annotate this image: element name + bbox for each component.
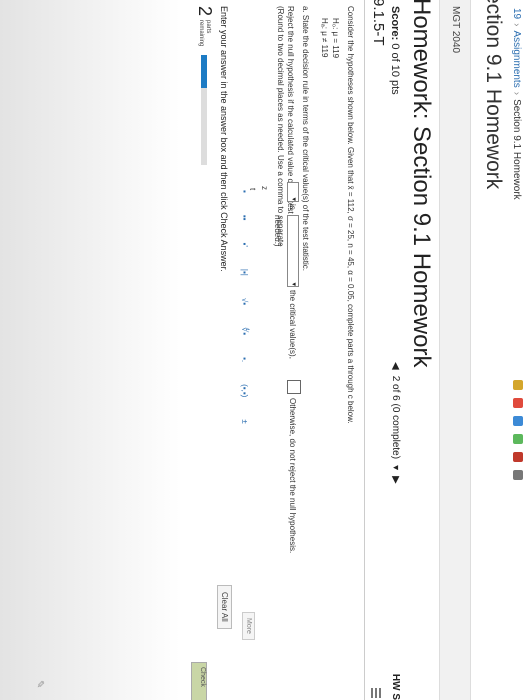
test-statistic-select[interactable]: ▾ [287, 182, 299, 202]
app-icon[interactable] [513, 434, 523, 444]
parts-label-2: remaining [198, 20, 205, 47]
divider [364, 0, 365, 700]
homework-title: Homework: Section 9.1 Homework [408, 0, 435, 368]
alt-hypothesis: Hₐ: μ ≠ 119 [320, 18, 329, 58]
grid-icon[interactable] [371, 688, 381, 698]
progress-bar [201, 55, 207, 165]
next-question-button[interactable]: ▶ [390, 476, 401, 484]
prev-question-button[interactable]: ◀ [390, 362, 401, 370]
mixed-number-button[interactable]: ▪▪ [241, 215, 250, 221]
app-icon[interactable] [513, 398, 523, 408]
breadcrumb-current: Section 9.1 Homework [511, 99, 522, 200]
section-title: ection 9.1 Homework [482, 0, 505, 190]
null-hypothesis: H₀: μ = 119 [331, 18, 340, 59]
app-icon[interactable] [513, 416, 523, 426]
score-label: Score: [389, 6, 401, 41]
course-bar: MGT 2040 [439, 0, 471, 700]
part-a-prompt: a. State the decision rule in terms of t… [301, 6, 310, 272]
parts-count: 2 [195, 6, 215, 17]
question-intro: Consider the hypotheses shown below. Giv… [346, 6, 355, 424]
fraction-button[interactable]: ▪ [241, 190, 250, 193]
plus-minus-button[interactable]: ± [241, 419, 250, 423]
enter-instruction: Enter your answer in the answer box and … [219, 6, 229, 272]
screen: 19 › Assignments › Section 9.1 Homework ecti… [0, 0, 525, 700]
breadcrumb-separator: › [511, 91, 522, 96]
pencil-icon: ✎ [34, 680, 45, 689]
app-icon[interactable] [513, 470, 523, 480]
screen-glare [0, 0, 180, 700]
decimal-button[interactable]: ▪. [241, 357, 250, 362]
critical-value-input[interactable] [287, 380, 301, 394]
parts-label-1: parts [205, 20, 212, 34]
ordered-pair-button[interactable]: (▪,▪) [241, 384, 250, 397]
question-list-dropdown[interactable]: ▾ [390, 465, 401, 470]
nth-root-button[interactable]: ∜▪ [241, 327, 250, 335]
app-icon[interactable] [513, 380, 523, 390]
question-id: 9.1.5-T [370, 0, 387, 46]
question-navigator: ◀ 2 of 6 (0 complete) ▾ ▶ [390, 362, 401, 484]
breadcrumb-link-course[interactable]: 19 [511, 8, 522, 19]
exponent-button[interactable]: ▪' [241, 243, 250, 247]
needed-text: needed.) [273, 215, 282, 247]
breadcrumb-separator: › [511, 23, 522, 27]
absolute-value-button[interactable]: |▪| [241, 269, 250, 276]
question-position: 2 of 6 (0 complete) [390, 375, 401, 460]
critical-label: the critical value(s), [288, 290, 297, 359]
hw-score-label: HW S [390, 673, 401, 700]
round-note: (Round to two decimal places as needed. … [276, 6, 285, 247]
is-label: is [288, 204, 297, 210]
parts-remaining: 2 parts remaining [194, 6, 215, 46]
option-z[interactable]: z [260, 186, 269, 190]
breadcrumb: 19 › Assignments › Section 9.1 Homework [511, 8, 522, 200]
math-toolbar: ▪ ▪▪ ▪' |▪| √▪ ∜▪ ▪. (▪,▪) ± [237, 190, 253, 610]
score-value: 0 of 10 pts [389, 43, 401, 95]
course-code: MGT 2040 [450, 6, 461, 54]
comparison-select[interactable]: ▾ [287, 215, 299, 287]
more-button[interactable]: More [242, 612, 255, 640]
sqrt-button[interactable]: √▪ [241, 298, 250, 305]
clear-all-button[interactable]: Clear All [217, 585, 232, 629]
breadcrumb-link-assignments[interactable]: Assignments [511, 30, 522, 87]
parts-label: parts remaining [198, 20, 212, 46]
check-answer-button[interactable]: Check [191, 662, 207, 700]
progress-fill [201, 55, 207, 88]
otherwise-text: Otherwise, do not reject the null hypoth… [288, 398, 297, 554]
browser-taskbar [511, 380, 525, 700]
app-icon[interactable] [513, 452, 523, 462]
score: Score: 0 of 10 pts [389, 6, 401, 95]
